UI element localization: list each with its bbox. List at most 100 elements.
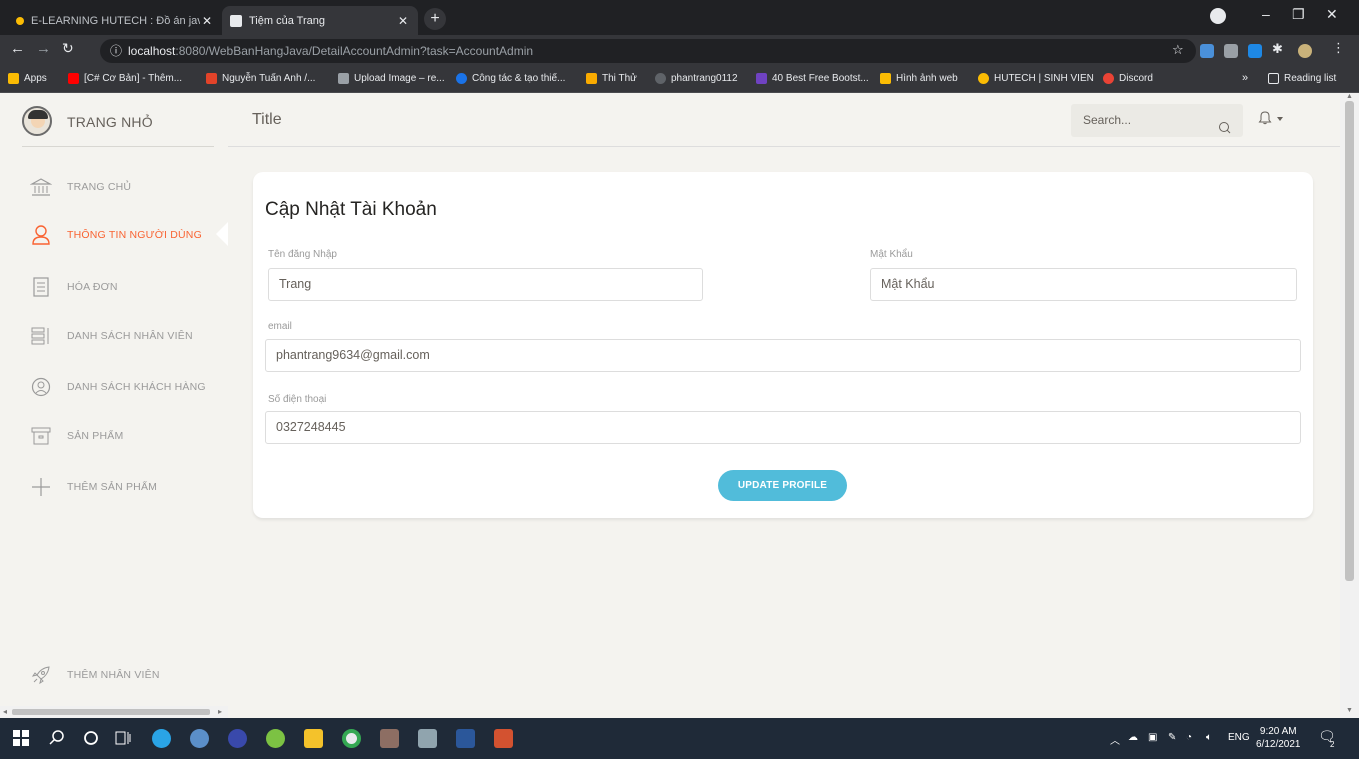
windows-start-icon[interactable] — [12, 729, 31, 748]
search-input[interactable]: Search... — [1071, 104, 1243, 137]
onedrive-icon[interactable]: ☁ — [1128, 732, 1138, 743]
cortana-icon[interactable] — [82, 729, 101, 748]
vertical-scrollbar[interactable]: ▲ ▼ — [1340, 93, 1359, 718]
extension-icon[interactable] — [1248, 44, 1262, 58]
close-tab-icon[interactable]: ✕ — [200, 14, 214, 28]
bookmark-apps[interactable]: Apps — [8, 73, 47, 84]
restore-button[interactable]: ❐ — [1292, 6, 1305, 23]
card-title: Cập Nhật Tài Khoản — [265, 199, 437, 220]
sidebar-item-employees[interactable]: DANH SÁCH NHÂN VIÊN — [30, 325, 193, 347]
sidebar-item-user-profile[interactable]: THÔNG TIN NGƯỜI DÙNG — [30, 224, 202, 246]
chrome-icon[interactable] — [342, 729, 361, 748]
elearning-favicon-icon — [16, 16, 24, 25]
password-label: Mật Khẩu — [870, 249, 913, 260]
web-page: TRANG NHỎ TRANG CHỦ THÔNG TIN NGƯỜI DÙNG… — [0, 93, 1340, 706]
language-indicator[interactable]: ENG — [1228, 732, 1250, 743]
bookmark-star-icon[interactable]: ☆ — [1172, 42, 1184, 58]
puzzle-extensions-icon[interactable]: ✱ — [1272, 41, 1283, 57]
task-view-icon[interactable] — [114, 729, 133, 748]
tools-icon[interactable] — [418, 729, 437, 748]
password-field[interactable]: Mật Khẩu — [870, 268, 1297, 301]
new-tab-button[interactable]: + — [424, 8, 446, 30]
volume-icon[interactable]: 🔈︎ — [1206, 732, 1212, 743]
site-icon — [456, 73, 467, 84]
app-icon[interactable] — [190, 729, 209, 748]
more-bookmarks-button[interactable]: » — [1242, 72, 1248, 84]
bookmark-item[interactable]: Thi Thử — [586, 73, 637, 84]
sidebar-item-products[interactable]: SẢN PHẨM — [30, 425, 123, 447]
dropdown-caret-icon[interactable] — [1277, 117, 1283, 121]
sidebar-item-label: THÊM NHÂN VIÊN — [67, 669, 160, 681]
scrollbar-thumb[interactable] — [12, 709, 210, 715]
reading-list-button[interactable]: Reading list — [1268, 73, 1336, 84]
scrollbar-thumb[interactable] — [1345, 101, 1354, 581]
email-field[interactable]: phantrang9634@gmail.com — [265, 339, 1301, 372]
browser-profile-icon[interactable] — [1210, 8, 1226, 24]
eclipse-icon[interactable] — [228, 729, 247, 748]
browser-tab[interactable]: E-LEARNING HUTECH : Đồ án jav ✕ — [8, 6, 222, 35]
extension-icon[interactable] — [1200, 44, 1214, 58]
bookmark-item[interactable]: Nguyễn Tuấn Anh /... — [206, 73, 315, 84]
page-favicon-icon — [230, 14, 242, 27]
file-explorer-icon[interactable] — [304, 729, 323, 748]
spaceship-icon — [30, 664, 52, 686]
bookmark-item[interactable]: Upload Image – re... — [338, 73, 445, 84]
bookmark-item[interactable]: Hình ảnh web — [880, 73, 958, 84]
notification-count: 2 — [1330, 740, 1335, 749]
pen-icon[interactable]: ✎ — [1168, 732, 1176, 743]
scroll-down-icon[interactable]: ▼ — [1346, 707, 1353, 714]
app-icon[interactable] — [380, 729, 399, 748]
tray-overflow-icon[interactable]: ︿ — [1110, 732, 1120, 747]
scroll-right-icon[interactable]: ▸ — [218, 707, 222, 716]
app-icon[interactable] — [266, 729, 285, 748]
reload-icon[interactable]: ↻ — [62, 40, 74, 57]
sidebar-item-add-product[interactable]: THÊM SẢN PHẨM — [30, 476, 157, 498]
sidebar-item-customers[interactable]: DANH SÁCH KHÁCH HÀNG — [30, 376, 206, 398]
discord-icon — [1103, 73, 1114, 84]
sidebar-item-home[interactable]: TRANG CHỦ — [30, 176, 131, 198]
bookmark-item[interactable]: 40 Best Free Bootst... — [756, 73, 869, 84]
horizontal-scrollbar[interactable]: ◂ ▸ — [0, 706, 228, 718]
phone-field[interactable]: 0327248445 — [265, 411, 1301, 444]
bookmark-item[interactable]: phantrang0112 — [655, 73, 738, 84]
scroll-left-icon[interactable]: ◂ — [3, 707, 7, 716]
search-placeholder: Search... — [1083, 113, 1132, 127]
forward-arrow-icon[interactable]: → — [36, 40, 51, 57]
plus-icon — [30, 476, 52, 498]
sidebar-item-label: DANH SÁCH KHÁCH HÀNG — [67, 381, 206, 393]
browser-tab-strip: E-LEARNING HUTECH : Đồ án jav ✕ Tiệm của… — [0, 0, 1359, 35]
bookmark-item[interactable]: HUTECH | SINH VIEN — [978, 73, 1094, 84]
browser-menu-icon[interactable]: ⋮ — [1332, 40, 1345, 56]
close-window-button[interactable]: ✕ — [1326, 6, 1338, 23]
scroll-up-icon[interactable]: ▲ — [1346, 93, 1353, 100]
search-icon[interactable] — [48, 729, 67, 748]
bookmark-item[interactable]: Công tác & tạo thiế... — [456, 73, 565, 84]
user-avatar-icon[interactable] — [1298, 44, 1312, 58]
sidebar-item-label: DANH SÁCH NHÂN VIÊN — [67, 330, 193, 342]
sidebar-item-invoices[interactable]: HÓA ĐƠN — [30, 276, 118, 298]
camera-extension-icon[interactable] — [1224, 44, 1238, 58]
sidebar: TRANG NHỎ TRANG CHỦ THÔNG TIN NGƯỜI DÙNG… — [0, 93, 228, 706]
update-profile-button[interactable]: UPDATE PROFILE — [718, 470, 847, 501]
search-icon[interactable] — [1218, 114, 1231, 147]
close-tab-icon[interactable]: ✕ — [396, 14, 410, 28]
clock-date: 6/12/2021 — [1256, 739, 1301, 750]
edge-icon[interactable] — [152, 729, 171, 748]
page-bottom-strip — [228, 706, 1340, 718]
minimize-button[interactable]: – — [1262, 6, 1270, 22]
tray-app-icon[interactable]: ▣ — [1148, 732, 1157, 743]
bookmark-item[interactable]: Discord — [1103, 73, 1153, 84]
site-info-icon[interactable]: ⓘ — [110, 44, 122, 58]
bell-icon[interactable] — [1258, 110, 1272, 130]
app-icon[interactable] — [494, 729, 513, 748]
username-field[interactable]: Trang — [268, 268, 703, 301]
sidebar-item-add-employee[interactable]: THÊM NHÂN VIÊN — [30, 664, 160, 686]
back-arrow-icon[interactable]: ← — [10, 40, 25, 57]
system-clock[interactable]: 9:20 AM 6/12/2021 — [1256, 725, 1301, 751]
browser-tab-active[interactable]: Tiệm của Trang ✕ — [222, 6, 418, 35]
address-bar[interactable]: ⓘ localhost:8080/WebBanHangJava/DetailAcc… — [100, 39, 1196, 63]
brand[interactable]: TRANG NHỎ — [22, 106, 214, 147]
bookmark-item[interactable]: [C# Cơ Bản] - Thêm... — [68, 73, 182, 84]
network-icon[interactable]: ◔ — [1186, 732, 1192, 743]
word-icon[interactable] — [456, 729, 475, 748]
